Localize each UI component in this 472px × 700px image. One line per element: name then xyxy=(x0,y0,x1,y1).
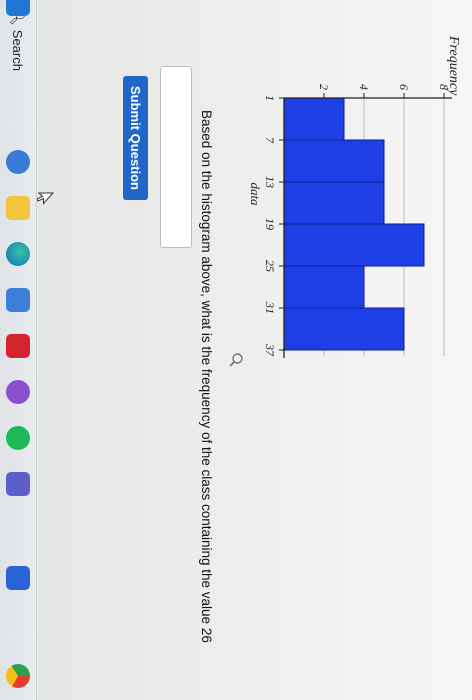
teams-icon[interactable] xyxy=(6,472,30,496)
histogram-bar xyxy=(283,97,345,141)
windows-taskbar: 🔍︎ Search xyxy=(0,0,37,700)
y-tick-label: 4 xyxy=(357,84,371,90)
histogram-layer: 2 4 6 8171319253137dataFrequency xyxy=(248,35,461,358)
phone-link-icon[interactable] xyxy=(6,566,30,590)
chrome-icon[interactable] xyxy=(6,664,30,688)
taskbar-search-label: Search xyxy=(10,29,26,71)
histogram-bar xyxy=(283,181,385,225)
question-text: Based on the histogram above, what is th… xyxy=(199,110,214,643)
rotated-screen: 2 4 6 8 1 7 13 19 25 31 37 data Frequency Based on t… xyxy=(0,0,472,700)
mcafee-icon[interactable] xyxy=(6,334,30,358)
zoom-magnifier-icon[interactable] xyxy=(223,352,244,368)
app-icon[interactable] xyxy=(6,380,30,404)
answer-input[interactable] xyxy=(160,66,192,248)
x-tick-label: 1 xyxy=(263,95,277,101)
y-tick-label: 2 xyxy=(317,84,331,90)
x-tick-label: 31 xyxy=(263,301,277,314)
histogram-bar xyxy=(283,223,425,267)
submit-question-button[interactable]: Submit Question xyxy=(123,76,148,200)
histogram-bar xyxy=(283,307,405,351)
y-axis-label: Frequency xyxy=(446,35,461,96)
widget-icon[interactable] xyxy=(6,150,30,174)
taskbar-search[interactable]: 🔍︎ Search xyxy=(7,8,29,98)
x-axis-label: data xyxy=(248,182,263,206)
histogram-bar xyxy=(283,139,385,183)
y-tick-label: 6 xyxy=(397,84,411,90)
x-tick-label: 25 xyxy=(263,260,277,272)
edge-icon[interactable] xyxy=(6,242,30,266)
histogram-bar xyxy=(283,265,365,309)
file-explorer-icon[interactable] xyxy=(6,196,30,220)
windows-start-icon[interactable] xyxy=(6,0,30,16)
x-tick-label: 7 xyxy=(263,137,277,144)
x-tick-label: 13 xyxy=(263,176,277,188)
x-tick-label: 37 xyxy=(263,343,277,357)
histogram-chart: 2 4 6 8171319253137dataFrequency xyxy=(248,35,461,358)
spotify-icon[interactable] xyxy=(6,426,30,450)
x-tick-label: 19 xyxy=(263,218,277,230)
store-icon[interactable] xyxy=(6,288,30,312)
